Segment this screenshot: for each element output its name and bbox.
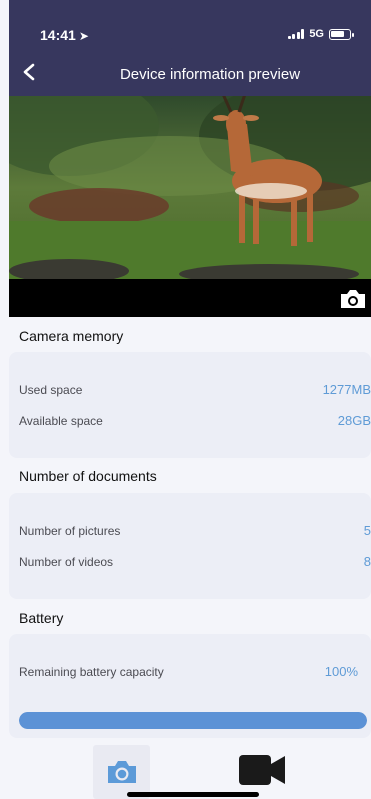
documents-card: Number of pictures 5 Number of videos 8 — [9, 493, 371, 599]
available-space-row: Available space 28GB — [19, 413, 371, 428]
video-camera-icon[interactable] — [237, 753, 287, 787]
used-space-value: 1277MB — [322, 382, 371, 397]
signal-bars-icon — [287, 29, 305, 39]
videos-row: Number of videos 8 — [19, 554, 371, 569]
header: 14:41 ➤ 5G Device information preview — [9, 0, 371, 96]
videos-label: Number of videos — [19, 555, 114, 569]
chevron-left-icon[interactable] — [22, 63, 36, 81]
pictures-value: 5 — [363, 523, 371, 538]
status-indicators: 5G — [287, 28, 354, 40]
used-space-label: Used space — [19, 383, 83, 397]
battery-progress-fill — [19, 712, 367, 729]
status-time-text: 14:41 — [40, 27, 76, 43]
battery-capacity-label: Remaining battery capacity — [19, 665, 164, 679]
camera-preview-image — [9, 96, 371, 279]
network-type: 5G — [309, 28, 324, 40]
preview-toolbar — [9, 279, 371, 317]
navigation-arrow-icon: ➤ — [78, 29, 89, 43]
battery-section-title: Battery — [19, 610, 64, 626]
memory-section-title: Camera memory — [19, 328, 124, 344]
camera-icon — [107, 761, 136, 783]
videos-value: 8 — [363, 554, 371, 569]
bottom-tab-bar — [9, 740, 371, 799]
pictures-row: Number of pictures 5 — [19, 523, 371, 538]
used-space-row: Used space 1277MB — [19, 382, 371, 397]
battery-capacity-row: Remaining battery capacity 100% — [19, 664, 358, 679]
memory-card: Used space 1277MB Available space 28GB — [9, 352, 371, 458]
page-title: Device information preview — [119, 66, 301, 83]
battery-progress-bar — [19, 712, 367, 729]
status-time: 14:41 ➤ — [40, 27, 89, 43]
home-indicator — [127, 792, 259, 797]
pictures-label: Number of pictures — [19, 524, 121, 538]
battery-capacity-value: 100% — [324, 664, 358, 679]
documents-section-title: Number of documents — [19, 468, 157, 484]
available-space-value: 28GB — [337, 413, 371, 428]
battery-icon — [329, 28, 354, 40]
available-space-label: Available space — [19, 414, 103, 428]
tab-photo[interactable] — [93, 745, 150, 799]
camera-icon[interactable] — [338, 288, 368, 310]
